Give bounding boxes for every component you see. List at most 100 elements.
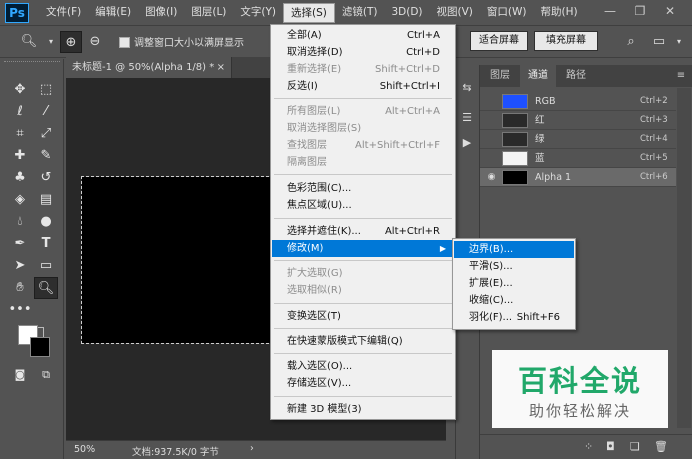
lasso-tool-icon[interactable]: ℓ [8,101,32,123]
menu-item-load-selection[interactable]: 载入选区(O)... [272,358,454,375]
visibility-toggle[interactable] [486,115,497,126]
visibility-toggle[interactable] [486,153,497,164]
menu-edit[interactable]: 编辑(E) [88,0,138,25]
eraser-tool-icon[interactable]: ◈ [8,189,32,211]
zoom-in-icon[interactable]: ⊕ [60,31,82,53]
channel-row-alpha1[interactable]: ◉ Alpha 1 Ctrl+6 [480,168,676,187]
menu-separator [274,303,452,304]
visibility-toggle[interactable] [486,96,497,107]
menu-layer[interactable]: 图层(L) [184,0,233,25]
channel-thumbnail [502,94,528,109]
panel-menu-icon[interactable]: ≡ [672,65,690,87]
menu-select[interactable]: 选择(S) [283,2,335,23]
blur-tool-icon[interactable]: 💧︎ [8,211,32,233]
eye-icon[interactable]: ◉ [486,172,497,183]
clone-stamp-icon[interactable]: ♣ [8,167,32,189]
submenu-item-feather[interactable]: 羽化(F)... Shift+F6 [454,309,574,326]
menu-window[interactable]: 窗口(W) [480,0,534,25]
screen-mode-icon[interactable]: ⧉ [34,364,58,386]
move-tool-icon[interactable]: ✥ [8,79,32,101]
panel-scrollbar[interactable] [677,88,691,428]
channel-name: Alpha 1 [535,172,572,183]
properties-icon[interactable]: ☰ [459,110,475,126]
quick-mask-icon[interactable]: ◙ [8,364,32,386]
resize-window-checkbox[interactable] [119,37,130,48]
menu-item-transform-selection[interactable]: 变换选区(T) [272,308,454,325]
photoshop-logo: Ps [5,2,29,23]
rectangle-tool-icon[interactable]: ▭ [34,255,58,277]
background-color-swatch[interactable] [30,337,50,357]
document-title: 未标题-1 @ 50%(Alpha 1/8) * [72,62,215,73]
more-tools-icon[interactable]: ••• [8,299,32,321]
menu-item-select-all[interactable]: 全部(A) Ctrl+A [272,27,454,44]
menu-item-color-range[interactable]: 色彩范围(C)... [272,180,454,197]
channel-row-rgb[interactable]: RGB Ctrl+2 [480,92,676,111]
menu-item-new-3d-model[interactable]: 新建 3D 模型(3) [272,401,454,418]
channel-row-blue[interactable]: 蓝 Ctrl+5 [480,149,676,168]
dodge-tool-icon[interactable]: ● [34,211,58,233]
menu-help[interactable]: 帮助(H) [534,0,585,25]
gradient-tool-icon[interactable]: ▤ [34,189,58,211]
history-icon[interactable]: ⇆ [459,80,475,96]
submenu-item-smooth[interactable]: 平滑(S)... [454,258,574,275]
tab-paths[interactable]: 路径 [558,65,594,87]
menu-item-deselect[interactable]: 取消选择(D) Ctrl+D [272,44,454,61]
close-tab-icon[interactable]: × [217,57,225,78]
zoom-tool-preset-icon[interactable]: 🔍︎ [18,31,40,53]
submenu-item-border[interactable]: 边界(B)... [454,241,574,258]
channel-row-red[interactable]: 红 Ctrl+3 [480,111,676,130]
menu-item-save-selection[interactable]: 存储选区(V)... [272,375,454,392]
menu-item-quick-mask[interactable]: 在快速蒙版模式下编辑(Q) [272,333,454,350]
pen-tool-icon[interactable]: ✒ [8,233,32,255]
menu-item-inverse[interactable]: 反选(I) Shift+Ctrl+I [272,78,454,95]
document-tab[interactable]: 未标题-1 @ 50%(Alpha 1/8) * × [66,57,232,78]
minimize-icon[interactable]: — [596,2,624,20]
submenu-item-contract[interactable]: 收缩(C)... [454,292,574,309]
type-tool-icon[interactable]: T [34,233,58,255]
workspace-icon[interactable]: ▭ [648,31,670,53]
marquee-tool-icon[interactable]: ⬚ [34,79,58,101]
menu-image[interactable]: 图像(I) [138,0,184,25]
history-brush-icon[interactable]: ↺ [34,167,58,189]
close-icon[interactable]: ✕ [656,2,684,20]
zoom-tool-icon[interactable]: 🔍︎ [34,277,58,299]
chevron-right-icon[interactable]: › [250,443,254,454]
trash-icon[interactable]: 🗑︎ [654,440,668,453]
tab-layers[interactable]: 图层 [482,65,518,87]
tab-channels[interactable]: 通道 [520,65,556,87]
toolbar-grip[interactable] [4,61,60,65]
magic-wand-icon[interactable]: ⁄ [34,101,58,123]
zoom-out-icon[interactable]: ⊖ [84,31,106,53]
chevron-down-icon[interactable]: ▾ [668,31,690,53]
crop-tool-icon[interactable]: ⌗ [8,123,32,145]
menu-item-modify[interactable]: 修改(M) ▶ [272,240,454,257]
menu-item-select-and-mask[interactable]: 选择并遮住(K)... Alt+Ctrl+R [272,223,454,240]
new-channel-icon[interactable]: ❏ [630,440,640,453]
menu-file[interactable]: 文件(F) [39,0,88,25]
search-icon[interactable]: ⌕ [620,31,642,53]
eyedropper-icon[interactable]: ⤢ [34,123,58,145]
fill-screen-button[interactable]: 填充屏幕 [534,31,598,51]
submenu-arrow-icon: ▶ [439,244,446,253]
visibility-toggle[interactable] [486,134,497,145]
healing-brush-icon[interactable]: ✚ [8,145,32,167]
fit-screen-button[interactable]: 适合屏幕 [470,31,528,51]
hand-tool-icon[interactable]: ✋︎ [8,277,32,299]
play-actions-icon[interactable]: ▶ [459,135,475,151]
menu-separator [274,328,452,329]
menu-3d[interactable]: 3D(D) [384,0,429,25]
channel-row-green[interactable]: 绿 Ctrl+4 [480,130,676,149]
status-bar: 50% 文档:937.5K/0 字节 › [66,440,446,459]
path-selection-icon[interactable]: ➤ [8,255,32,277]
menu-filter[interactable]: 滤镜(T) [335,0,385,25]
restore-icon[interactable]: ❐ [626,2,654,20]
menu-view[interactable]: 视图(V) [430,0,480,25]
save-selection-icon[interactable]: ◘ [606,440,615,453]
menu-type[interactable]: 文字(Y) [233,0,283,25]
menu-item-focus-area[interactable]: 焦点区域(U)... [272,197,454,214]
load-selection-icon[interactable]: ⁘ [584,440,593,453]
zoom-level[interactable]: 50% [74,444,95,455]
submenu-item-expand[interactable]: 扩展(E)... [454,275,574,292]
chevron-down-icon[interactable]: ▾ [40,31,62,53]
brush-tool-icon[interactable]: ✎ [34,145,58,167]
